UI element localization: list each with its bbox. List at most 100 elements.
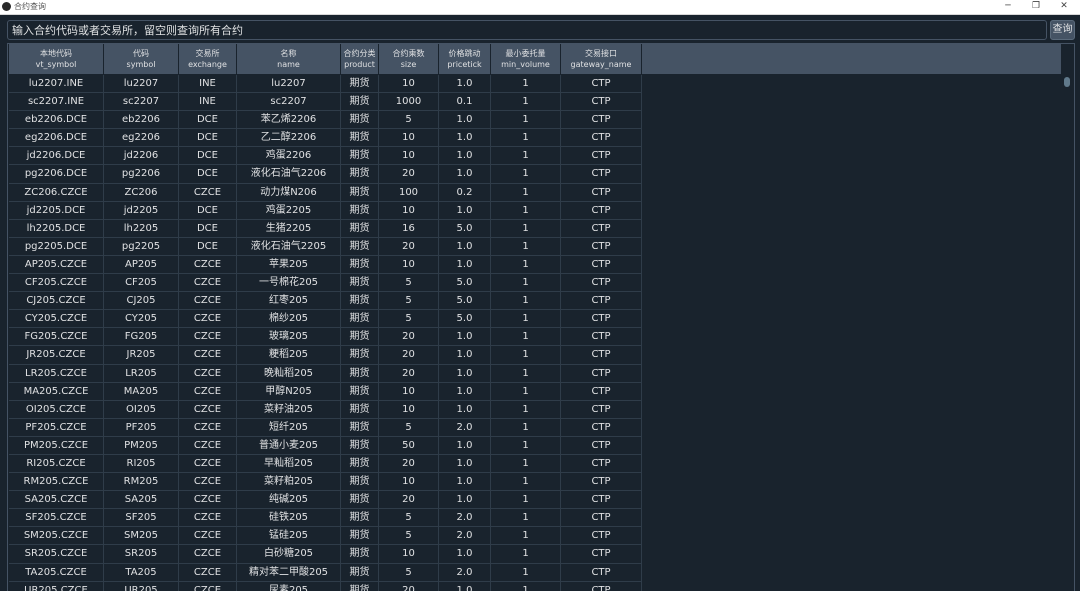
cell-pricetick[interactable]: 1.0 — [439, 454, 491, 474]
column-header-pricetick[interactable]: 价格跳动 pricetick — [439, 44, 491, 74]
cell-pricetick[interactable]: 0.2 — [439, 183, 491, 202]
cell-gateway-name[interactable]: CTP — [561, 328, 642, 347]
table-row[interactable]: LR205.CZCE LR205 CZCE 晚籼稻205 期货 20 1.0 1 CTP — [9, 364, 1061, 383]
cell-symbol[interactable]: OI205 — [104, 400, 179, 419]
cell-gateway-name[interactable]: CTP — [561, 111, 642, 130]
cell-vt-symbol[interactable]: RI205.CZCE — [9, 454, 104, 474]
cell-gateway-name[interactable]: CTP — [561, 382, 642, 401]
table-row[interactable]: jd2205.DCE jd2205 DCE 鸡蛋2205 期货 10 1.0 1 CTP — [9, 201, 1061, 220]
cell-pricetick[interactable]: 5.0 — [439, 292, 491, 311]
cell-min-volume[interactable]: 1 — [491, 219, 561, 238]
cell-size[interactable]: 10 — [379, 147, 439, 166]
cell-product[interactable]: 期货 — [341, 400, 379, 419]
cell-exchange[interactable]: DCE — [179, 111, 237, 130]
cell-pricetick[interactable]: 1.0 — [439, 491, 491, 510]
cell-name[interactable]: 精对苯二甲酸205 — [237, 563, 341, 582]
table-row[interactable]: PF205.CZCE PF205 CZCE 短纤205 期货 5 2.0 1 CTP — [9, 418, 1061, 437]
cell-name[interactable]: 白砂糖205 — [237, 545, 341, 564]
cell-pricetick[interactable]: 1.0 — [439, 400, 491, 419]
cell-min-volume[interactable]: 1 — [491, 310, 561, 329]
cell-name[interactable]: 鸡蛋2206 — [237, 147, 341, 166]
cell-name[interactable]: 早籼稻205 — [237, 454, 341, 474]
cell-gateway-name[interactable]: CTP — [561, 563, 642, 582]
cell-vt-symbol[interactable]: RM205.CZCE — [9, 473, 104, 492]
column-header-gateway-name[interactable]: 交易接口 gateway_name — [561, 44, 642, 74]
cell-vt-symbol[interactable]: sc2207.INE — [9, 93, 104, 112]
cell-symbol[interactable]: CJ205 — [104, 292, 179, 311]
cell-symbol[interactable]: TA205 — [104, 563, 179, 582]
table-row[interactable]: pg2206.DCE pg2206 DCE 液化石油气2206 期货 20 1.0 1 CTP — [9, 165, 1061, 184]
table-row[interactable]: lu2207.INE lu2207 INE lu2207 期货 10 1.0 1 CTP — [9, 75, 1061, 94]
cell-gateway-name[interactable]: CTP — [561, 527, 642, 546]
cell-symbol[interactable]: PF205 — [104, 418, 179, 437]
cell-gateway-name[interactable]: CTP — [561, 201, 642, 220]
column-header-size[interactable]: 合约乘数 size — [379, 44, 439, 74]
cell-name[interactable]: 生猪2205 — [237, 219, 341, 238]
cell-gateway-name[interactable]: CTP — [561, 237, 642, 256]
column-header-product[interactable]: 合约分类 product — [341, 44, 379, 74]
cell-min-volume[interactable]: 1 — [491, 93, 561, 112]
cell-product[interactable]: 期货 — [341, 364, 379, 383]
cell-gateway-name[interactable]: CTP — [561, 491, 642, 510]
table-row[interactable]: sc2207.INE sc2207 INE sc2207 期货 1000 0.1 1 CTP — [9, 93, 1061, 112]
cell-product[interactable]: 期货 — [341, 165, 379, 184]
cell-name[interactable]: 玻璃205 — [237, 328, 341, 347]
cell-exchange[interactable]: CZCE — [179, 274, 237, 293]
cell-symbol[interactable]: jd2205 — [104, 201, 179, 220]
cell-product[interactable]: 期货 — [341, 93, 379, 112]
cell-exchange[interactable]: CZCE — [179, 563, 237, 582]
cell-size[interactable]: 10 — [379, 400, 439, 419]
cell-size[interactable]: 20 — [379, 237, 439, 256]
cell-vt-symbol[interactable]: AP205.CZCE — [9, 255, 104, 275]
cell-name[interactable]: 甲醇N205 — [237, 382, 341, 401]
cell-name[interactable]: 普通小麦205 — [237, 436, 341, 455]
cell-pricetick[interactable]: 2.0 — [439, 418, 491, 437]
scroll-thumb[interactable] — [1064, 77, 1070, 87]
cell-name[interactable]: 纯碱205 — [237, 491, 341, 510]
cell-name[interactable]: 菜籽粕205 — [237, 473, 341, 492]
cell-product[interactable]: 期货 — [341, 274, 379, 293]
cell-size[interactable]: 1000 — [379, 93, 439, 112]
cell-vt-symbol[interactable]: PF205.CZCE — [9, 418, 104, 437]
cell-min-volume[interactable]: 1 — [491, 509, 561, 528]
cell-vt-symbol[interactable]: pg2206.DCE — [9, 165, 104, 184]
cell-product[interactable]: 期货 — [341, 382, 379, 401]
cell-min-volume[interactable]: 1 — [491, 147, 561, 166]
cell-gateway-name[interactable]: CTP — [561, 129, 642, 148]
cell-min-volume[interactable]: 1 — [491, 491, 561, 510]
cell-symbol[interactable]: ZC206 — [104, 183, 179, 202]
cell-name[interactable]: 锰硅205 — [237, 527, 341, 546]
cell-size[interactable]: 5 — [379, 111, 439, 130]
cell-size[interactable]: 5 — [379, 292, 439, 311]
cell-vt-symbol[interactable]: SR205.CZCE — [9, 545, 104, 564]
table-row[interactable]: ZC206.CZCE ZC206 CZCE 动力煤N206 期货 100 0.2 1 CTP — [9, 183, 1061, 202]
cell-exchange[interactable]: DCE — [179, 147, 237, 166]
cell-exchange[interactable]: DCE — [179, 165, 237, 184]
cell-pricetick[interactable]: 1.0 — [439, 129, 491, 148]
cell-product[interactable]: 期货 — [341, 581, 379, 591]
table-row[interactable]: eg2206.DCE eg2206 DCE 乙二醇2206 期货 10 1.0 1 CTP — [9, 129, 1061, 148]
cell-exchange[interactable]: CZCE — [179, 400, 237, 419]
minimize-button[interactable]: ─ — [994, 0, 1022, 14]
cell-vt-symbol[interactable]: lu2207.INE — [9, 75, 104, 94]
cell-gateway-name[interactable]: CTP — [561, 581, 642, 591]
cell-product[interactable]: 期货 — [341, 328, 379, 347]
cell-size[interactable]: 5 — [379, 509, 439, 528]
cell-product[interactable]: 期货 — [341, 436, 379, 455]
cell-size[interactable]: 10 — [379, 129, 439, 148]
cell-exchange[interactable]: CZCE — [179, 545, 237, 564]
table-row[interactable]: UR205.CZCE UR205 CZCE 尿素205 期货 20 1.0 1 CTP — [9, 581, 1061, 591]
cell-size[interactable]: 5 — [379, 418, 439, 437]
cell-min-volume[interactable]: 1 — [491, 454, 561, 474]
cell-symbol[interactable]: UR205 — [104, 581, 179, 591]
cell-exchange[interactable]: CZCE — [179, 581, 237, 591]
close-button[interactable]: ✕ — [1050, 0, 1078, 14]
table-row[interactable]: OI205.CZCE OI205 CZCE 菜籽油205 期货 10 1.0 1 CTP — [9, 400, 1061, 419]
vertical-scrollbar[interactable] — [1063, 75, 1072, 591]
cell-vt-symbol[interactable]: MA205.CZCE — [9, 382, 104, 401]
cell-min-volume[interactable]: 1 — [491, 418, 561, 437]
cell-size[interactable]: 20 — [379, 165, 439, 184]
cell-pricetick[interactable]: 2.0 — [439, 527, 491, 546]
maximize-button[interactable]: ❐ — [1022, 0, 1050, 14]
cell-gateway-name[interactable]: CTP — [561, 165, 642, 184]
